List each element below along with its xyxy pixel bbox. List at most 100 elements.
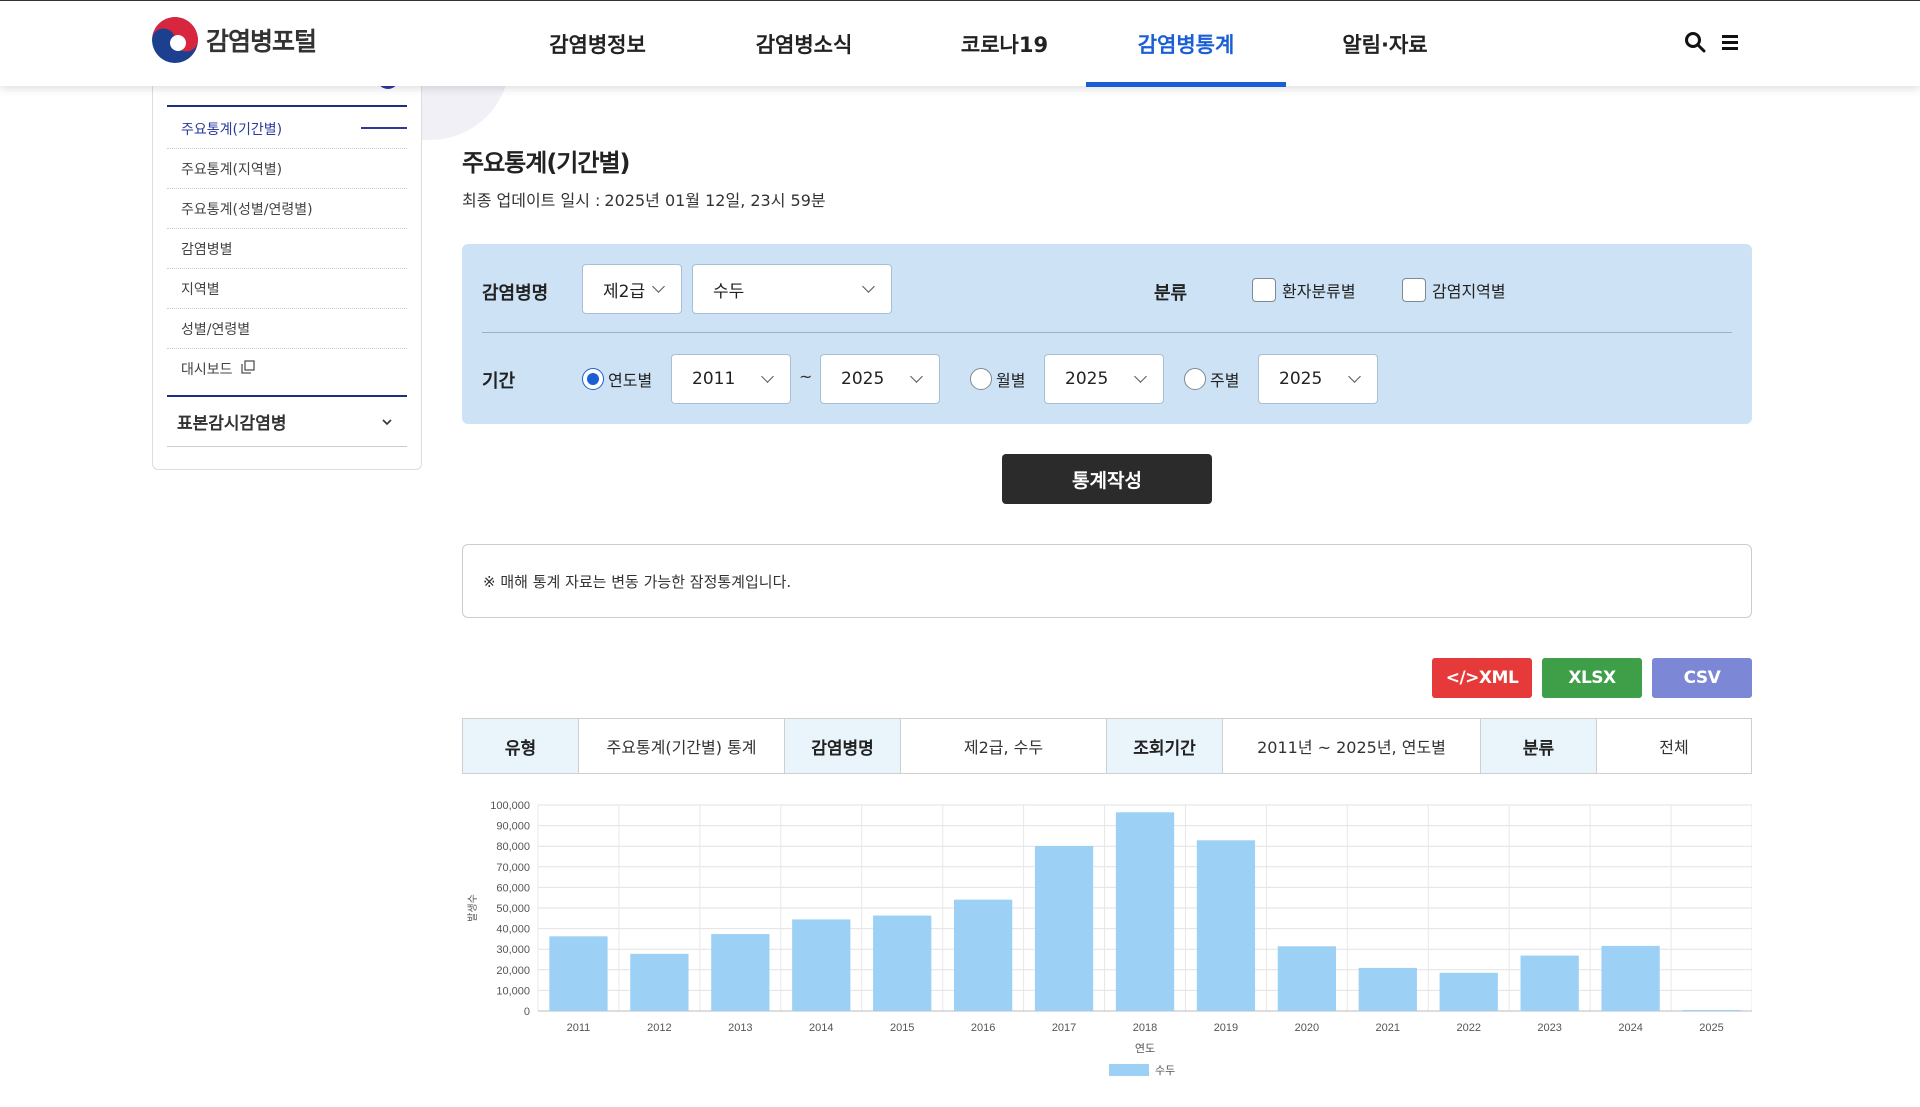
yearly-radio-label: 연도별 (608, 371, 653, 390)
update-value: 2025년 01월 12일, 23시 59분 (604, 191, 826, 210)
info-value-category: 전체 (1659, 738, 1689, 757)
notice-text: ※ 매해 통계 자료는 변동 가능한 잠정통계입니다. (483, 572, 792, 591)
new-window-icon (240, 360, 255, 378)
radio-icon (970, 368, 992, 390)
sidebar-item-by-disease[interactable]: 감염병별 (167, 229, 407, 269)
x-tick-label: 2015 (890, 1022, 914, 1034)
weekly-radio-label: 주별 (1210, 371, 1240, 390)
monthly-radio[interactable]: 월별 (970, 367, 1025, 391)
y-tick-label: 100,000 (490, 800, 530, 812)
bar (1520, 955, 1579, 1011)
sidebar-item-dashboard[interactable]: 대시보드 (167, 349, 407, 389)
y-tick-label: 80,000 (496, 841, 530, 853)
nav-disease-info[interactable]: 감염병정보 (510, 1, 685, 87)
x-tick-label: 2025 (1699, 1022, 1723, 1034)
x-tick-label: 2016 (971, 1022, 995, 1034)
radio-selected-icon (582, 368, 604, 390)
bar (1196, 840, 1256, 1011)
y-axis-title: 발생수 (467, 894, 479, 922)
chevron-down-icon (652, 280, 665, 293)
sidebar-item-by-sex-age[interactable]: 성별/연령별 (167, 309, 407, 349)
yearly-radio[interactable]: 연도별 (582, 367, 652, 391)
grade-select[interactable]: 제2급 (582, 264, 682, 314)
y-tick-label: 90,000 (496, 821, 530, 833)
infection-region-label: 감염지역별 (1432, 282, 1506, 301)
site-header: 감염병포털 감염병정보 감염병소식 코로나19 감염병통계 알림·자료 (0, 0, 1920, 87)
sidebar-group-label: 표본감시감염병 (177, 414, 287, 434)
nav-notice-data[interactable]: 알림·자료 (1286, 1, 1484, 87)
bar (1601, 945, 1660, 1011)
nav-disease-stats[interactable]: 감염병통계 (1086, 1, 1286, 87)
logo-text: 감염병포털 (206, 27, 317, 56)
x-tick-label: 2021 (1376, 1022, 1400, 1034)
csv-download-button[interactable]: CSV (1652, 658, 1752, 698)
bar (630, 953, 689, 1011)
y-tick-label: 50,000 (496, 903, 530, 915)
bar (1358, 967, 1417, 1011)
info-head-category: 분류 (1481, 719, 1597, 773)
sidebar-item-label: 감염병별 (181, 241, 233, 258)
chevron-down-icon (1134, 370, 1147, 383)
grade-select-value: 제2급 (603, 281, 646, 302)
sidebar-item-period-stats[interactable]: 주요통계(기간별) (167, 109, 407, 149)
xlsx-download-button[interactable]: XLSX (1542, 658, 1642, 698)
patient-class-checkbox[interactable]: 환자분류별 (1252, 278, 1356, 302)
x-tick-label: 2014 (809, 1022, 833, 1034)
query-info-table: 유형 주요통계(기간별) 통계 감염병명 제2급, 수두 조회기간 2011년 … (462, 718, 1752, 774)
nav-covid19[interactable]: 코로나19 (923, 1, 1086, 87)
y-tick-label: 30,000 (496, 944, 530, 956)
chevron-down-icon (862, 280, 875, 293)
y-tick-label: 70,000 (496, 862, 530, 874)
bar (873, 915, 932, 1011)
search-icon[interactable] (1684, 31, 1706, 57)
sidebar-item-sex-age-stats[interactable]: 주요통계(성별/연령별) (167, 189, 407, 229)
checkbox-icon (1402, 278, 1426, 302)
radio-icon (1184, 368, 1206, 390)
infection-region-checkbox[interactable]: 감염지역별 (1402, 278, 1506, 302)
sidebar-item-label: 지역별 (181, 281, 220, 298)
sidebar-group-sentinel[interactable]: 표본감시감염병 (167, 395, 407, 447)
month-year-select[interactable]: 2025 (1044, 354, 1164, 404)
x-tick-label: 2011 (567, 1022, 591, 1034)
sidebar-item-region-stats[interactable]: 주요통계(지역별) (167, 149, 407, 189)
xml-download-button[interactable]: </>XML (1432, 658, 1532, 698)
sidebar-item-label: 주요통계(지역별) (181, 161, 283, 178)
x-tick-label: 2020 (1295, 1022, 1319, 1034)
checkbox-icon (1252, 278, 1276, 302)
year-from-value: 2011 (692, 369, 736, 389)
year-to-select[interactable]: 2025 (820, 354, 940, 404)
header-tools (1684, 31, 1740, 57)
y-tick-label: 60,000 (496, 882, 530, 894)
x-tick-label: 2023 (1537, 1022, 1561, 1034)
x-tick-label: 2017 (1052, 1022, 1076, 1034)
range-separator: ~ (799, 367, 813, 386)
y-tick-label: 20,000 (496, 965, 530, 977)
info-head-disease: 감염병명 (785, 719, 901, 773)
bar (1682, 1009, 1741, 1011)
disease-select[interactable]: 수두 (692, 264, 892, 314)
monthly-radio-label: 월별 (996, 371, 1026, 390)
month-year-value: 2025 (1065, 369, 1109, 389)
legend-label: 수두 (1155, 1064, 1175, 1077)
weekly-radio[interactable]: 주별 (1184, 367, 1239, 391)
bar (1115, 812, 1175, 1011)
sidebar: 주요통계(기간별) 주요통계(지역별) 주요통계(성별/연령별) 감염병별 지역… (152, 56, 422, 470)
bar (1277, 946, 1337, 1011)
active-arrow-icon (361, 127, 407, 129)
bar (1439, 972, 1498, 1011)
bar (549, 936, 608, 1011)
week-year-select[interactable]: 2025 (1258, 354, 1378, 404)
create-stats-button[interactable]: 통계작성 (1002, 454, 1212, 504)
info-value-type: 주요통계(기간별) 통계 (579, 719, 785, 773)
menu-icon[interactable] (1720, 32, 1740, 56)
nav-disease-news[interactable]: 감염병소식 (685, 1, 923, 87)
main-nav: 감염병정보 감염병소식 코로나19 감염병통계 알림·자료 (510, 1, 1484, 87)
filter-divider (482, 332, 1732, 333)
sidebar-item-by-region[interactable]: 지역별 (167, 269, 407, 309)
yearly-cases-chart: 0 10,000 20,000 30,000 40,000 50,000 60,000 70,… (467, 800, 1752, 1077)
x-tick-label: 2013 (728, 1022, 752, 1034)
info-value-period: 2011년 ~ 2025년, 연도별 (1223, 719, 1481, 773)
year-from-select[interactable]: 2011 (671, 354, 791, 404)
site-logo[interactable]: 감염병포털 (152, 17, 317, 63)
patient-class-label: 환자분류별 (1282, 282, 1356, 301)
